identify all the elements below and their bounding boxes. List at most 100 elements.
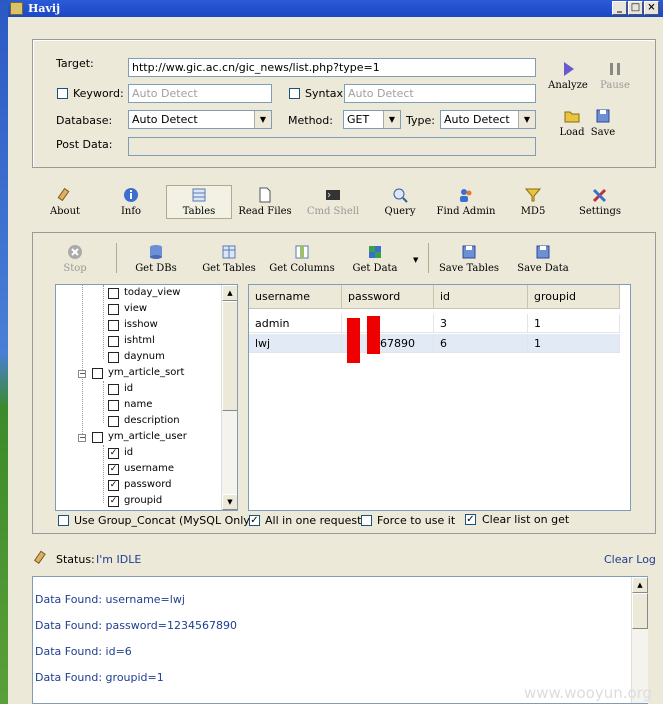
tree-node[interactable]: − ym_article_sort: [78, 367, 184, 379]
tree-checkbox[interactable]: [108, 304, 119, 315]
all-in-one-label: All in one request.: [265, 514, 365, 527]
tree-item[interactable]: name: [108, 399, 153, 411]
get-tables-button[interactable]: Get Tables: [198, 243, 260, 274]
get-data-dropdown-icon[interactable]: ▼: [413, 256, 418, 264]
tree-checkbox[interactable]: [108, 336, 119, 347]
tree-item[interactable]: ishtml: [108, 335, 155, 347]
tree-checkbox[interactable]: [108, 320, 119, 331]
close-button[interactable]: ×: [644, 1, 659, 15]
toolbar-read-files[interactable]: Read Files: [234, 186, 296, 217]
toolbar-settings[interactable]: Settings: [574, 186, 626, 217]
pause-button[interactable]: Pause: [596, 60, 634, 91]
toolbar-find-admin[interactable]: Find Admin: [432, 186, 500, 217]
tree-item[interactable]: today_view: [108, 287, 181, 299]
chevron-down-icon[interactable]: ▼: [518, 111, 535, 128]
data-grid[interactable]: username password id groupid admin 5 3 1…: [248, 284, 631, 511]
tree-item[interactable]: id: [108, 383, 133, 395]
tree-checkbox[interactable]: [108, 400, 119, 411]
tree-checkbox-checked[interactable]: ✓: [108, 480, 119, 491]
db-tree-view[interactable]: today_view view isshow ishtml daynum − ym…: [55, 284, 238, 511]
scroll-thumb[interactable]: [222, 301, 237, 411]
tree-checkbox-checked[interactable]: ✓: [108, 448, 119, 459]
tree-checkbox[interactable]: [92, 432, 103, 443]
tree-item[interactable]: description: [108, 415, 180, 427]
scroll-thumb[interactable]: [632, 593, 648, 629]
get-data-button[interactable]: Get Data: [348, 243, 402, 274]
tree-item[interactable]: ✓ id: [108, 447, 133, 459]
tree-checkbox-checked[interactable]: ✓: [108, 496, 119, 507]
tree-item[interactable]: isshow: [108, 319, 158, 331]
folder-open-icon: [564, 111, 580, 123]
table-cell[interactable]: 6: [434, 334, 528, 353]
tree-checkbox[interactable]: [108, 416, 119, 427]
tree-node[interactable]: − ym_article_user: [78, 431, 187, 443]
column-header-groupid[interactable]: groupid: [528, 285, 620, 309]
column-header-password[interactable]: password: [342, 285, 434, 309]
chevron-down-icon[interactable]: ▼: [383, 111, 400, 128]
get-columns-button[interactable]: Get Columns: [268, 243, 336, 274]
tree-item[interactable]: ✓ username: [108, 463, 174, 475]
method-label: Method:: [288, 114, 333, 127]
group-concat-checkbox[interactable]: [58, 515, 69, 526]
type-label: Type:: [406, 114, 435, 127]
table-cell[interactable]: 1: [528, 314, 620, 333]
get-dbs-button[interactable]: Get DBs: [132, 243, 180, 274]
clear-list-checkbox[interactable]: ✓: [465, 514, 476, 525]
table-cell[interactable]: admin: [249, 314, 342, 333]
log-line: Data Found: id=6: [35, 645, 132, 658]
tree-item[interactable]: daynum: [108, 351, 165, 363]
tree-item[interactable]: view: [108, 303, 147, 315]
tree-checkbox-checked[interactable]: ✓: [108, 464, 119, 475]
tree-item-label: daynum: [124, 351, 165, 362]
toolbar-query[interactable]: Query: [380, 186, 420, 217]
log-line: Data Found: password=1234567890: [35, 619, 237, 632]
column-header-username[interactable]: username: [249, 285, 342, 309]
minimize-button[interactable]: _: [612, 1, 627, 15]
column-header-id[interactable]: id: [434, 285, 528, 309]
force-checkbox[interactable]: [361, 515, 372, 526]
toolbar-tables[interactable]: Tables: [166, 185, 232, 219]
collapse-icon[interactable]: −: [78, 370, 86, 378]
toolbar-cmd-shell[interactable]: Cmd Shell: [302, 186, 364, 217]
save-data-button[interactable]: Save Data: [514, 243, 572, 274]
pause-label: Pause: [600, 80, 630, 91]
maximize-button[interactable]: □: [628, 1, 643, 15]
target-url-input[interactable]: http://ww.gic.ac.cn/gic_news/list.php?ty…: [128, 58, 536, 77]
database-select[interactable]: Auto Detect ▼: [128, 110, 272, 129]
toolbar-about[interactable]: About: [44, 186, 86, 217]
toolbar-info[interactable]: Info: [116, 186, 146, 217]
syntax-checkbox[interactable]: [289, 88, 300, 99]
syntax-input[interactable]: Auto Detect: [344, 84, 536, 103]
stop-button[interactable]: Stop: [60, 243, 90, 274]
table-cell[interactable]: 3: [434, 314, 528, 333]
tree-checkbox[interactable]: [108, 288, 119, 299]
tree-checkbox[interactable]: [108, 352, 119, 363]
collapse-icon[interactable]: −: [78, 434, 86, 442]
all-in-one-checkbox[interactable]: ✓: [249, 515, 260, 526]
type-select[interactable]: Auto Detect ▼: [440, 110, 536, 129]
tree-item-label: today_view: [124, 287, 181, 298]
scroll-down-icon[interactable]: ▼: [222, 494, 237, 510]
method-select[interactable]: GET ▼: [343, 110, 401, 129]
post-data-input[interactable]: [128, 137, 536, 156]
keyword-input[interactable]: Auto Detect: [128, 84, 272, 103]
tree-item[interactable]: ✓ groupid: [108, 495, 162, 507]
load-button[interactable]: Load: [558, 107, 586, 138]
scroll-up-icon[interactable]: ▲: [222, 285, 237, 301]
table-cell[interactable]: lwj: [249, 334, 342, 353]
tree-item[interactable]: ✓ password: [108, 479, 171, 491]
save-tables-button[interactable]: Save Tables: [436, 243, 502, 274]
tree-scrollbar[interactable]: ▲ ▼: [221, 285, 237, 510]
chevron-down-icon[interactable]: ▼: [254, 111, 271, 128]
tree-checkbox[interactable]: [108, 384, 119, 395]
save-button[interactable]: Save: [589, 107, 617, 138]
toolbar-md5[interactable]: MD5: [518, 186, 548, 217]
tree-item-label: name: [124, 399, 153, 410]
scroll-up-icon[interactable]: ▲: [632, 577, 648, 593]
redaction-mark: [347, 318, 360, 363]
table-cell[interactable]: 1: [528, 334, 620, 353]
tree-checkbox[interactable]: [92, 368, 103, 379]
clear-log-link[interactable]: Clear Log: [604, 553, 656, 566]
analyze-button[interactable]: Analyze: [546, 60, 590, 91]
keyword-checkbox[interactable]: [57, 88, 68, 99]
